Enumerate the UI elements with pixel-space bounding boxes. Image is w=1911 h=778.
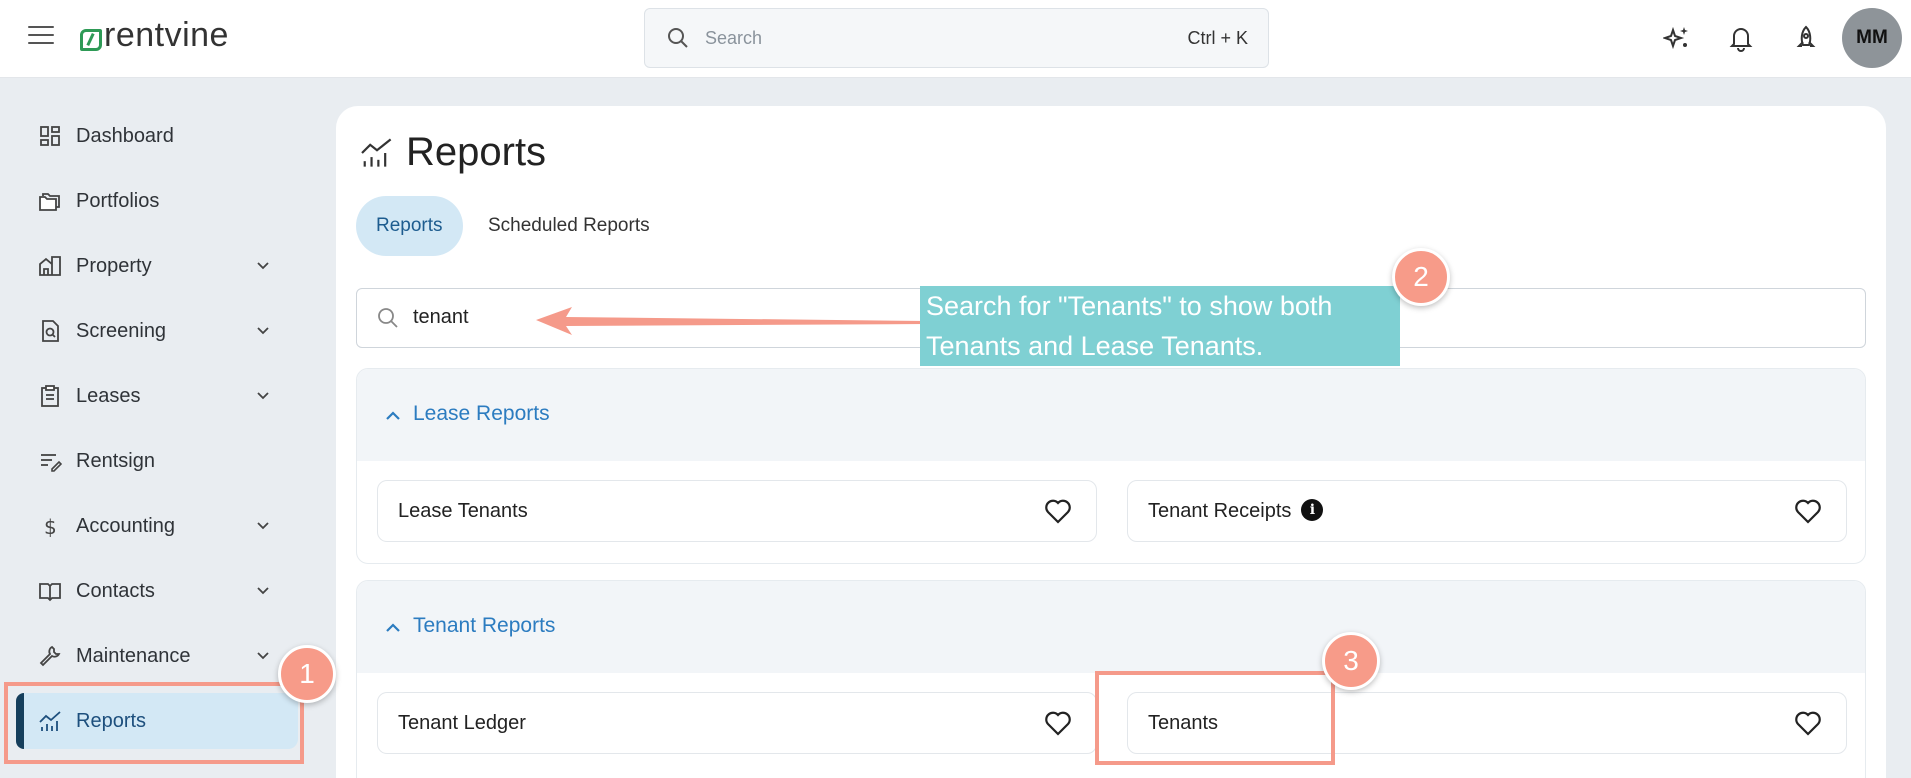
chevron-down-icon[interactable]: [256, 648, 270, 662]
top-bar: rentvine Search Ctrl + K MM: [0, 0, 1911, 78]
sidebar-item-dashboard[interactable]: Dashboard: [16, 108, 298, 164]
sidebar-item-label: Portfolios: [76, 189, 160, 212]
sparkle-icon[interactable]: [1663, 24, 1691, 52]
group-title: Tenant Reports: [413, 614, 556, 637]
sidebar-item-label: Leases: [76, 384, 141, 407]
search-shortcut: Ctrl + K: [1187, 28, 1248, 48]
chevron-up-icon: [386, 411, 400, 420]
chevron-down-icon[interactable]: [256, 323, 270, 337]
heart-icon[interactable]: [1794, 710, 1822, 736]
heart-icon[interactable]: [1794, 498, 1822, 524]
sidebar-item-screening[interactable]: Screening: [16, 303, 298, 359]
dollar-icon: $: [44, 515, 57, 538]
heart-icon[interactable]: [1044, 498, 1072, 524]
annotation-badge-3: 3: [1322, 632, 1380, 690]
buildings-icon: [39, 256, 61, 276]
report-label: Tenant Ledger: [398, 712, 526, 734]
wrench-icon: [39, 645, 61, 667]
clipboard-icon: [41, 385, 59, 407]
annotation-badge-1: 1: [278, 645, 336, 703]
report-group-lease: Lease Reports Lease Tenants Tenant Recei…: [356, 368, 1866, 564]
sidebar-item-leases[interactable]: Leases: [16, 368, 298, 424]
bell-icon[interactable]: [1727, 24, 1755, 52]
sidebar-item-label: Accounting: [76, 514, 175, 537]
sidebar-item-property[interactable]: Property: [16, 238, 298, 294]
dashboard-icon: [40, 126, 60, 146]
chevron-down-icon[interactable]: [256, 258, 270, 272]
sidebar: Dashboard Portfolios Property Screening …: [0, 78, 320, 778]
rocket-icon[interactable]: [1792, 24, 1820, 52]
sidebar-item-rentsign[interactable]: Rentsign: [16, 433, 298, 489]
report-label: Tenant Receipts: [1148, 500, 1292, 522]
tab-scheduled-reports[interactable]: Scheduled Reports: [468, 196, 670, 256]
report-label: Lease Tenants: [398, 500, 528, 522]
callout-line: Tenants and Lease Tenants.: [926, 331, 1264, 361]
sidebar-item-label: Dashboard: [76, 124, 174, 147]
logo[interactable]: rentvine: [80, 16, 229, 55]
callout-line: Search for "Tenants" to show both: [926, 291, 1333, 321]
annotation-badge-2: 2: [1392, 248, 1450, 306]
sidebar-item-label: Rentsign: [76, 449, 155, 472]
signature-icon: [41, 454, 62, 472]
annotation-arrow: [536, 307, 926, 335]
sidebar-item-maintenance[interactable]: Maintenance: [16, 628, 298, 684]
book-icon: [39, 583, 61, 602]
group-header[interactable]: Lease Reports: [357, 369, 1865, 461]
hamburger-menu-icon[interactable]: [28, 26, 54, 48]
logo-mark-icon: [80, 28, 102, 51]
annotation-callout: Search for "Tenants" to show both Tenant…: [920, 286, 1400, 366]
badge-number: 1: [299, 658, 315, 689]
report-card[interactable]: Tenant Receipts i: [1127, 480, 1847, 542]
chevron-down-icon[interactable]: [256, 518, 270, 532]
annotation-highlight-reports: [4, 682, 304, 764]
sidebar-item-portfolios[interactable]: Portfolios: [16, 173, 298, 229]
screening-icon: [42, 320, 59, 342]
report-card[interactable]: Tenant Ledger: [377, 692, 1097, 754]
svg-text:$: $: [44, 515, 57, 538]
tab-label: Scheduled Reports: [488, 215, 650, 236]
badge-number: 2: [1413, 261, 1429, 292]
info-icon[interactable]: i: [1301, 498, 1324, 521]
sidebar-item-label: Maintenance: [76, 644, 191, 667]
badge-number: 3: [1343, 645, 1359, 676]
report-card[interactable]: Lease Tenants: [377, 480, 1097, 542]
annotation-highlight-tenants: [1095, 671, 1335, 765]
chevron-down-icon[interactable]: [256, 583, 270, 597]
group-header[interactable]: Tenant Reports: [357, 581, 1865, 673]
sidebar-item-label: Screening: [76, 319, 167, 342]
search-placeholder: Search: [705, 28, 763, 48]
sidebar-item-contacts[interactable]: Contacts: [16, 563, 298, 619]
folders-icon: [39, 193, 60, 211]
global-search-input[interactable]: Search Ctrl + K: [644, 8, 1269, 68]
chevron-down-icon[interactable]: [256, 388, 270, 402]
sidebar-item-accounting[interactable]: $ Accounting: [16, 498, 298, 554]
reports-title-icon: [361, 138, 392, 167]
tab-reports[interactable]: Reports: [356, 196, 463, 256]
avatar[interactable]: MM: [1842, 8, 1902, 68]
logo-text: rentvine: [104, 16, 229, 54]
sidebar-item-label: Contacts: [76, 579, 155, 602]
group-title: Lease Reports: [413, 402, 550, 425]
report-label-wrap: Tenant Receipts i: [1148, 498, 1324, 523]
chevron-up-icon: [386, 623, 400, 632]
tab-label: Reports: [376, 215, 443, 236]
search-value: tenant: [413, 306, 469, 328]
heart-icon[interactable]: [1044, 710, 1072, 736]
search-icon: [378, 308, 398, 328]
sidebar-item-label: Property: [76, 254, 152, 277]
search-icon: [668, 28, 688, 48]
page-title: Reports: [406, 130, 547, 174]
avatar-initials: MM: [1856, 27, 1888, 48]
